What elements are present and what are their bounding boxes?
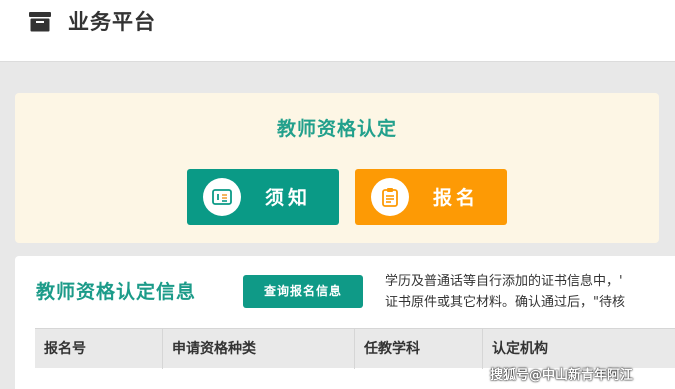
watermark-text: 搜狐号@中山新青年阿江	[490, 368, 634, 383]
info-heading: 教师资格认定信息	[36, 281, 197, 303]
notice-button-label: 须知	[265, 187, 312, 209]
column-header-registration-no: 报名号	[35, 329, 163, 369]
column-header-institution: 认定机构	[492, 341, 548, 357]
notice-button[interactable]: 须知	[187, 169, 339, 225]
info-notice-line-2: 证书原件或其它材料。确认通过后，"待核	[385, 295, 625, 310]
table-header: 报名号 申请资格种类 任教学科 认定机构	[35, 328, 675, 369]
info-notice-text: 学历及普通话等自行添加的证书信息中，' 证书原件或其它材料。确认通过后，"待核	[385, 271, 675, 313]
apply-button[interactable]: 报名	[355, 169, 507, 225]
qualification-heading: 教师资格认定	[276, 118, 397, 140]
column-header-subject: 任教学科	[355, 329, 483, 369]
page-title: 业务平台	[68, 10, 156, 34]
top-bar: 业务平台	[0, 0, 675, 62]
apply-icon-circle	[371, 178, 409, 216]
clipboard-icon	[382, 188, 398, 207]
notice-icon-circle	[203, 178, 241, 216]
archive-box-icon	[29, 12, 51, 32]
apply-button-label: 报名	[433, 187, 480, 209]
info-notice-line-1: 学历及普通话等自行添加的证书信息中，'	[385, 274, 623, 289]
notice-icon	[212, 189, 232, 205]
qualification-panel: 教师资格认定 须知 报名	[15, 93, 659, 243]
column-header-qualification-type: 申请资格种类	[163, 329, 355, 369]
query-registration-button[interactable]: 查询报名信息	[243, 275, 363, 308]
